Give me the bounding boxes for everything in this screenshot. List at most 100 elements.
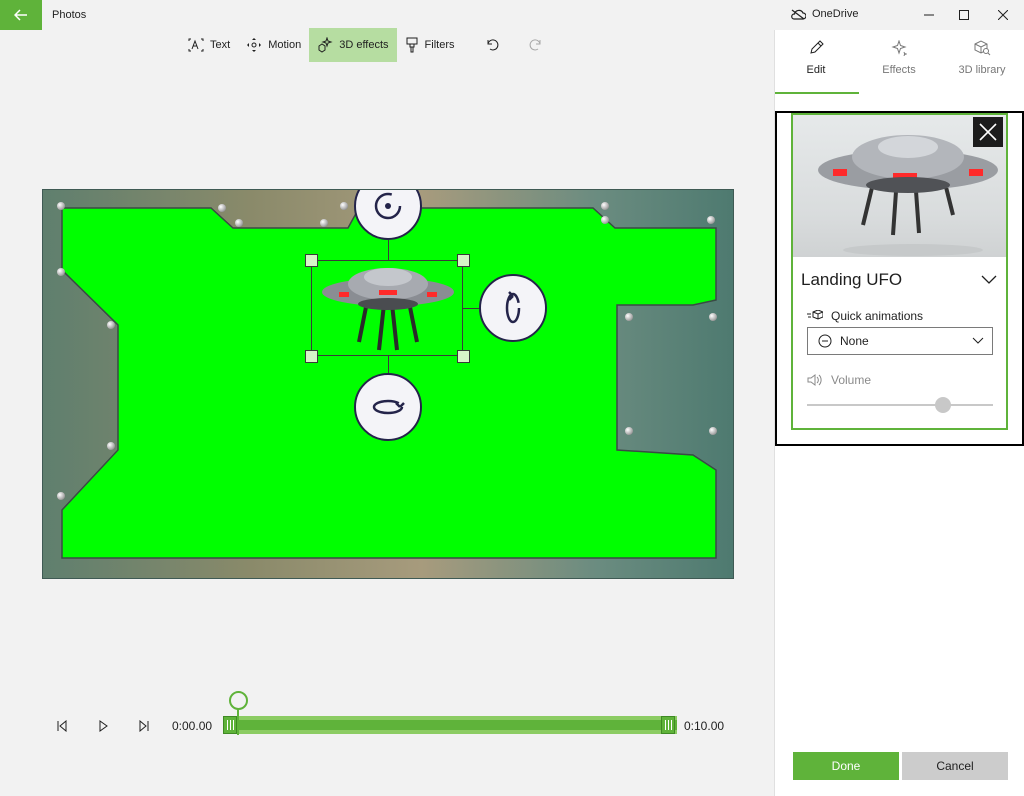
- text-tool-button[interactable]: Text: [180, 28, 238, 62]
- play-icon: [99, 720, 108, 732]
- playback-bar: 0:00.00 0:10.00: [0, 690, 774, 760]
- video-preview-canvas[interactable]: [42, 189, 734, 579]
- tab-3d-library-label: 3D library: [958, 64, 1006, 76]
- rivet: [218, 204, 226, 212]
- rotate-y-icon: [505, 291, 521, 324]
- timeline-fill: [223, 720, 677, 730]
- effects-side-panel: Edit Effects 3D library Landing UFO Quic…: [774, 30, 1024, 796]
- onedrive-label: OneDrive: [812, 8, 859, 20]
- step-back-icon: [57, 720, 67, 732]
- arrow-left-icon: [14, 9, 27, 21]
- minimize-icon: [924, 14, 934, 16]
- volume-slider-track[interactable]: [807, 404, 993, 406]
- remove-effect-button[interactable]: [973, 117, 1003, 147]
- cancel-button[interactable]: Cancel: [902, 752, 1008, 780]
- rivet: [709, 313, 717, 321]
- trim-start-handle[interactable]: [223, 716, 237, 734]
- animation-cube-icon: [807, 310, 823, 320]
- rotate-x-icon: [372, 399, 405, 415]
- undo-icon: [487, 39, 498, 51]
- editor-toolbar: Text Motion 3D effects Filters: [180, 28, 551, 62]
- volume-slider-thumb[interactable]: [934, 397, 951, 413]
- minimize-button[interactable]: [912, 0, 946, 30]
- chevron-down-icon: [972, 337, 984, 344]
- timeline-track[interactable]: [223, 716, 677, 734]
- next-frame-button[interactable]: [134, 716, 154, 736]
- undo-button[interactable]: [477, 28, 507, 62]
- motion-tool-button[interactable]: Motion: [238, 28, 309, 62]
- 3d-effects-tool-label: 3D effects: [339, 39, 389, 51]
- effect-card: Landing UFO Quick animations None Volume: [791, 113, 1008, 430]
- tab-effects-label: Effects: [882, 64, 916, 76]
- current-time: 0:00.00: [172, 719, 213, 733]
- tab-3d-library[interactable]: 3D library: [941, 40, 1023, 96]
- effect-title: Landing UFO: [801, 270, 903, 289]
- onedrive-account[interactable]: OneDrive: [790, 8, 858, 20]
- speaker-icon: [807, 374, 822, 386]
- none-circle-icon: [818, 334, 832, 348]
- motion-icon: [247, 38, 262, 52]
- selection-guide: [388, 240, 389, 260]
- resize-handle-top-left[interactable]: [305, 254, 318, 267]
- filters-tool-button[interactable]: Filters: [397, 28, 463, 62]
- rivet: [57, 492, 65, 500]
- rivet: [235, 219, 243, 227]
- playhead-knob[interactable]: [229, 691, 248, 710]
- close-icon: [979, 123, 997, 141]
- rivet: [625, 313, 633, 321]
- sparkle-3d-icon: [318, 37, 333, 53]
- rivet: [601, 202, 609, 210]
- redo-icon: [529, 39, 540, 51]
- volume-text: Volume: [831, 373, 872, 387]
- tab-edit[interactable]: Edit: [775, 40, 857, 96]
- sparkle-icon: [891, 40, 907, 56]
- quick-animations-select[interactable]: None: [807, 327, 993, 355]
- maximize-icon: [959, 10, 969, 20]
- close-window-button[interactable]: [986, 0, 1020, 30]
- resize-handle-bottom-left[interactable]: [305, 350, 318, 363]
- rivet: [625, 427, 633, 435]
- cube-search-icon: [974, 40, 991, 56]
- quick-animations-label: Quick animations: [807, 309, 923, 323]
- selection-guide: [463, 308, 479, 309]
- close-icon: [998, 10, 1008, 20]
- maximize-button[interactable]: [947, 0, 981, 30]
- text-tool-label: Text: [210, 39, 231, 51]
- resize-handle-top-right[interactable]: [457, 254, 470, 267]
- text-icon: [188, 38, 204, 52]
- quick-animations-value: None: [840, 334, 869, 348]
- rivet: [107, 442, 115, 450]
- rivet: [601, 216, 609, 224]
- volume-label: Volume: [807, 373, 871, 387]
- end-time: 0:10.00: [684, 719, 725, 733]
- play-button[interactable]: [93, 716, 113, 736]
- rotate-x-button[interactable]: [354, 373, 422, 441]
- trim-end-handle[interactable]: [661, 716, 675, 734]
- rivet: [709, 427, 717, 435]
- tab-effects[interactable]: Effects: [858, 40, 940, 96]
- step-forward-icon: [139, 720, 149, 732]
- previous-frame-button[interactable]: [52, 716, 72, 736]
- rotate-y-button[interactable]: [479, 274, 547, 342]
- rivet: [707, 216, 715, 224]
- app-title: Photos: [52, 9, 87, 21]
- redo-button[interactable]: [521, 28, 551, 62]
- playhead-line: [237, 709, 239, 735]
- rivet: [57, 202, 65, 210]
- active-tab-indicator: [775, 92, 859, 94]
- selection-box[interactable]: [311, 260, 463, 356]
- pencil-icon: [810, 40, 824, 54]
- quick-animations-text: Quick animations: [831, 309, 924, 323]
- back-button[interactable]: [0, 0, 42, 30]
- chevron-down-icon[interactable]: [980, 270, 998, 288]
- motion-tool-label: Motion: [268, 39, 302, 51]
- rivet: [340, 202, 348, 210]
- done-button[interactable]: Done: [793, 752, 899, 780]
- title-bar: Photos OneDrive: [0, 0, 1024, 30]
- filters-tool-label: Filters: [424, 39, 455, 51]
- rotate-z-icon: [374, 192, 402, 220]
- resize-handle-bottom-right[interactable]: [457, 350, 470, 363]
- filter-brush-icon: [406, 37, 418, 53]
- rivet: [107, 321, 115, 329]
- 3d-effects-tool-button[interactable]: 3D effects: [309, 28, 397, 62]
